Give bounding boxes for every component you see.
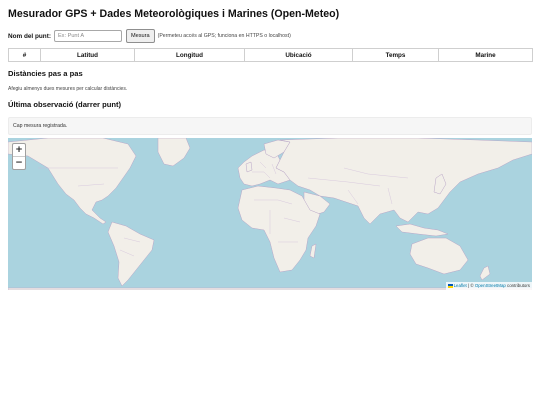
point-name-label: Nom del punt: (8, 32, 51, 40)
measurements-table: # Latitud Longitud Ubicació Temps Marine (8, 48, 533, 62)
col-header-latitude: Latitud (40, 48, 135, 62)
col-header-location: Ubicació (244, 48, 353, 62)
last-observation-box: Cap mesura registrada. (8, 117, 532, 135)
greenland (157, 138, 191, 167)
col-header-index: # (8, 48, 41, 62)
uk-ireland (245, 161, 253, 173)
point-name-input[interactable] (53, 30, 122, 42)
attribution-contributors: contributors (505, 283, 530, 288)
col-header-marine: Marine (438, 48, 533, 62)
north-america (8, 138, 137, 225)
world-map[interactable]: + − Leaflet | © OpenStreetMap contributo… (8, 138, 532, 290)
col-header-longitude: Longitud (134, 48, 245, 62)
zoom-control: + − (12, 143, 26, 170)
australia (409, 237, 469, 275)
measure-button[interactable]: Mesura (125, 29, 155, 43)
leaflet-link[interactable]: Leaflet (454, 283, 467, 288)
distances-note: Afegiu almenys dues mesures per calcular… (8, 86, 128, 92)
page-title: Mesurador GPS + Dades Meteorològiques i … (8, 8, 340, 20)
last-observation-heading: Última observació (darrer punt) (8, 100, 122, 109)
distances-heading: Distàncies pas a pas (8, 69, 83, 78)
attribution-separator: | © (466, 283, 475, 288)
zoom-out-button[interactable]: − (13, 156, 25, 169)
openstreetmap-link[interactable]: OpenStreetMap (475, 283, 506, 288)
new-zealand (479, 265, 491, 281)
zoom-in-button[interactable]: + (13, 144, 25, 156)
no-measurement-text: Cap mesura registrada. (13, 123, 68, 129)
map-attribution: Leaflet | © OpenStreetMap contributors (445, 282, 532, 290)
madagascar (309, 243, 317, 259)
south-america (107, 221, 155, 287)
gps-hint: (Permeteu accés al GPS; funciona en HTTP… (157, 33, 291, 39)
map-tiles (8, 138, 532, 290)
table-header-row: # Latitud Longitud Ubicació Temps Marine (8, 48, 533, 62)
point-form: Nom del punt: Mesura (Permeteu accés al … (8, 29, 291, 43)
col-header-weather: Temps (352, 48, 439, 62)
ukraine-flag-icon (447, 284, 453, 288)
indonesia (395, 223, 449, 237)
